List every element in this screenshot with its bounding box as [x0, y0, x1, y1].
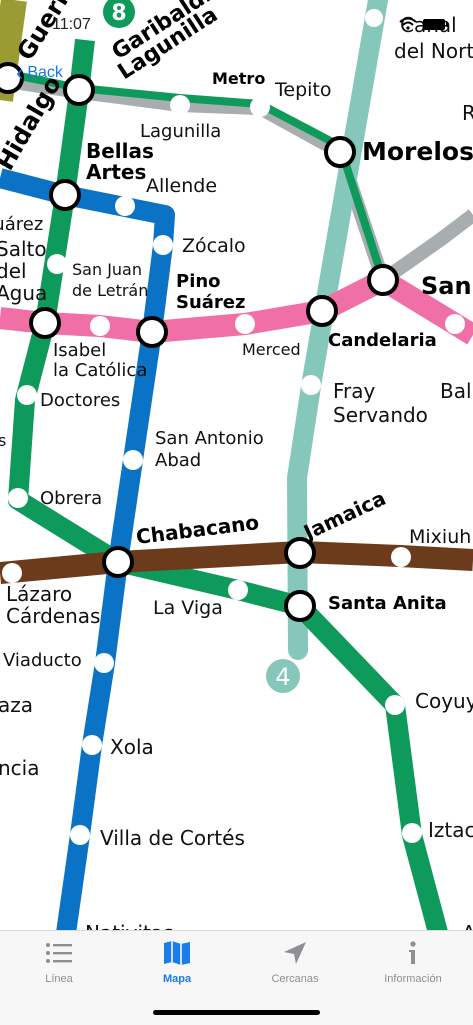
label-la-catolica: la Católica [53, 360, 147, 381]
label-cardenas: Cárdenas [6, 604, 100, 628]
label-pino: Pino [176, 271, 221, 292]
label-villa-de-cortes: Villa de Cortés [100, 826, 245, 850]
label-juarez: Juárez [0, 214, 43, 235]
wifi-icon [399, 18, 417, 30]
label-suarez: Suárez [176, 292, 246, 313]
label-doctores: Doctores [40, 390, 120, 411]
label-s: s [0, 431, 6, 450]
label-bal: Bal [440, 379, 472, 403]
tab-informacion[interactable]: Información [354, 939, 472, 999]
label-san: San [421, 272, 472, 300]
label-agua: Agua [0, 281, 47, 305]
list-icon [45, 939, 73, 967]
label-r: R [462, 101, 473, 125]
label-candelaria: Candelaria [328, 330, 437, 351]
tab-cercanas[interactable]: Cercanas [236, 939, 354, 999]
label-la-viga: La Viga [153, 597, 223, 619]
tab-linea[interactable]: Línea [0, 939, 118, 999]
label-de-letran: de Letrán [72, 281, 148, 300]
line-8-badge-text: 8 [111, 1, 126, 26]
map-icon [163, 939, 191, 967]
label-san-antonio: San Antonio [155, 428, 264, 449]
label-coyuya: Coyuy [415, 689, 473, 713]
label-lagunilla: Lagunilla [140, 121, 221, 142]
battery-icon [423, 18, 448, 30]
metro-map[interactable]: 8 4 Guerrero Garibaldi Lagunilla Hidalgo… [0, 0, 473, 930]
label-viaducto: Viaducto [3, 650, 82, 671]
label-nativitas: Nativitas [85, 921, 174, 930]
label-abad: Abad [155, 450, 201, 471]
label-allende: Allende [146, 175, 217, 197]
label-xola: Xola [110, 735, 154, 759]
status-icons [399, 18, 448, 30]
label-chabacano: Chabacano [135, 510, 261, 549]
label-obrera: Obrera [40, 488, 102, 509]
label-san-juan: San Juan [72, 260, 142, 279]
label-fray: Fray [333, 379, 376, 403]
label-a: A [462, 921, 473, 930]
label-jamaica: Jamaica [298, 486, 389, 546]
tab-linea-label: Línea [45, 973, 73, 985]
status-time: 11:07 [52, 16, 91, 33]
label-artes: Artes [86, 160, 146, 184]
home-indicator [153, 1010, 320, 1015]
back-button[interactable]: ‹ Back [16, 60, 63, 85]
chevron-left-icon: ‹ [16, 60, 24, 85]
label-del-norte: del Norte [394, 39, 473, 63]
label-aza: aza [0, 693, 33, 717]
label-ncia: ncia [0, 756, 39, 780]
tab-cercanas-label: Cercanas [271, 973, 319, 985]
label-zocalo: Zócalo [182, 235, 246, 257]
tab-informacion-label: Información [384, 973, 442, 985]
label-tepito: Tepito [274, 79, 331, 101]
metro-map-canvas[interactable]: 8 4 Guerrero Garibaldi Lagunilla Hidalgo… [0, 0, 473, 930]
location-arrow-icon [282, 939, 308, 967]
label-servando: Servando [333, 403, 428, 427]
label-mixiuhca: Mixiuh [409, 526, 471, 548]
label-del: del [0, 259, 27, 283]
label-iztacalco: Iztac [428, 818, 473, 842]
tab-mapa[interactable]: Mapa [118, 939, 236, 999]
label-isabel: Isabel [53, 340, 106, 361]
label-merced: Merced [242, 340, 301, 359]
back-label: Back [27, 64, 63, 81]
info-icon [406, 939, 420, 967]
label-santa-anita: Santa Anita [328, 593, 447, 614]
label-salto: Salto [0, 237, 47, 261]
tab-mapa-label: Mapa [162, 973, 192, 985]
label-metro: Metro [212, 69, 265, 88]
label-morelos: Morelos [362, 137, 473, 166]
line-4-badge-text: 4 [275, 663, 290, 691]
label-lazaro: Lázaro [6, 582, 72, 606]
